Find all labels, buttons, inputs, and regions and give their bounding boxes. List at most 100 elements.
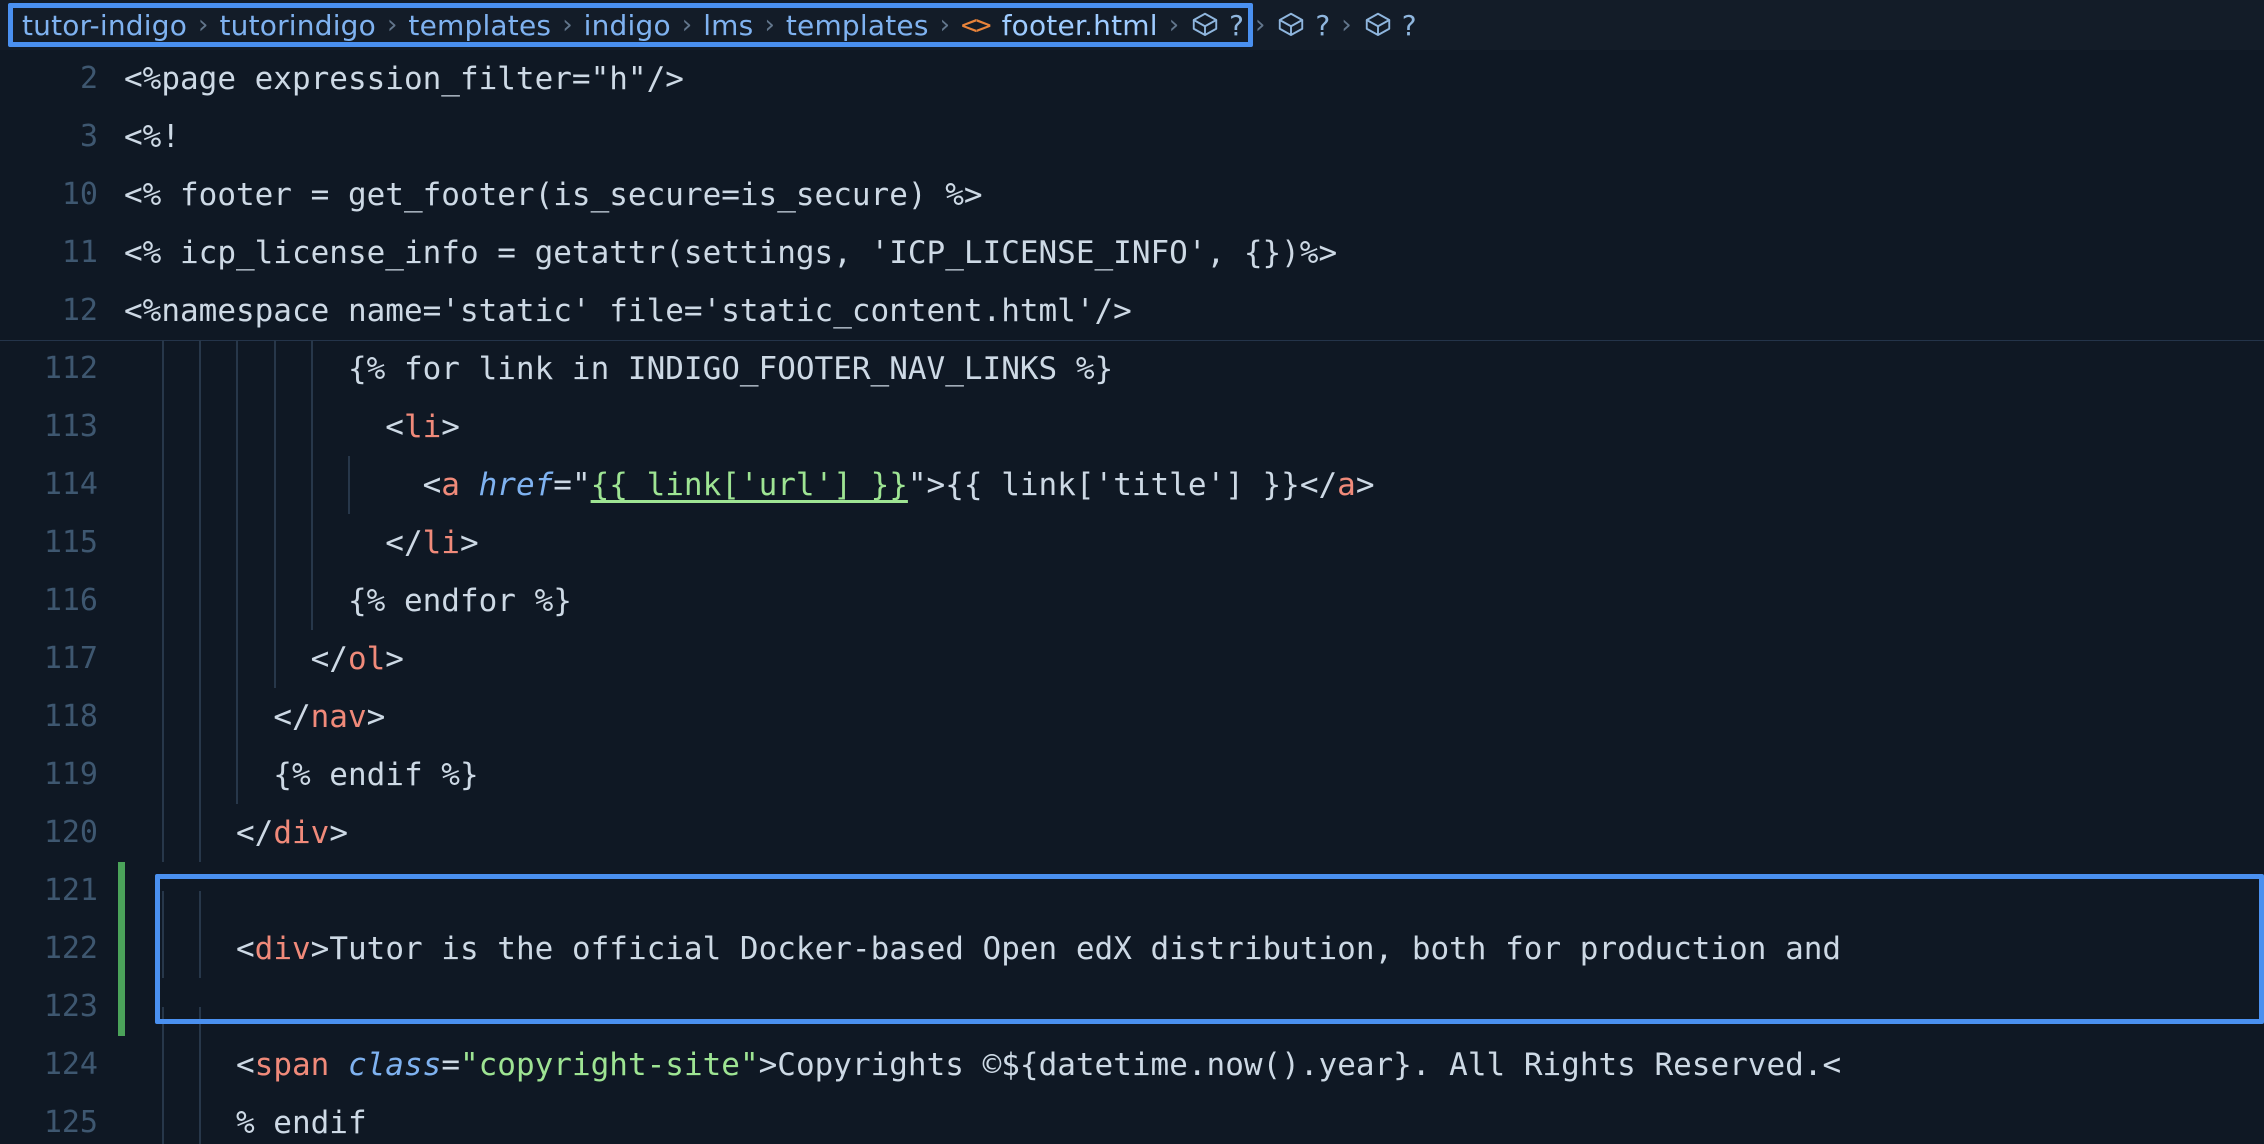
breadcrumb-item-templates[interactable]: templates — [786, 9, 929, 42]
breadcrumb-item-footer-html[interactable]: footer.html — [1002, 9, 1158, 42]
line-number: 123 — [43, 989, 98, 1024]
breadcrumb: tutor-indigo › tutorindigo › templates › indig… — [0, 0, 2264, 50]
cube-icon — [1363, 10, 1393, 40]
code-line[interactable]: 120 </div> — [0, 804, 2264, 862]
breadcrumb-symbol-label: ? — [1229, 8, 1244, 42]
code-line-content[interactable]: <div>Tutor is the official Docker-based … — [124, 920, 2264, 978]
breadcrumb-item-indigo[interactable]: indigo — [584, 9, 671, 42]
code-line-content[interactable]: <%page expression_filter="h"/> — [124, 50, 2264, 108]
code-line[interactable]: 123 — [0, 978, 2264, 1065]
breadcrumb-separator-icon: › — [1255, 10, 1266, 40]
breadcrumb-item-tutor-indigo[interactable]: tutor-indigo — [22, 9, 187, 42]
code-token-plain: {% for link in INDIGO_FOOTER_NAV_LINKS %… — [124, 351, 1114, 387]
line-number: 113 — [43, 409, 98, 444]
code-token-plain: Tutor is the official Docker-based Open … — [329, 931, 1842, 967]
code-line[interactable]: 125 % endif — [0, 1094, 2264, 1144]
line-number: 116 — [43, 583, 98, 618]
code-line[interactable]: 114 <a href="{{ link['url'] }}">{{ link[… — [0, 456, 2264, 514]
line-number: 124 — [43, 1047, 98, 1082]
code-line-content[interactable]: <li> — [124, 398, 2264, 456]
code-token-punct: > — [329, 815, 348, 851]
code-line[interactable]: 119 {% endif %} — [0, 746, 2264, 804]
code-line[interactable]: 12 <%namespace name='static' file='static… — [0, 282, 2264, 340]
code-line-content[interactable]: <span class="copyright-site">Copyrights … — [124, 1036, 2264, 1094]
code-token-punct: </ — [385, 525, 423, 561]
code-line-content[interactable]: {% endif %} — [124, 746, 2264, 804]
code-lines-container[interactable]: 2 <%page expression_filter="h"/> 3 <%! 10 <% … — [0, 50, 2264, 1144]
code-line[interactable]: 3 <%! — [0, 108, 2264, 166]
breadcrumb-item-tutorindigo[interactable]: tutorindigo — [219, 9, 376, 42]
code-token-plain: % endif — [124, 1105, 367, 1141]
code-line-content[interactable]: % endif — [124, 1094, 2264, 1144]
code-line-content[interactable]: <a href="{{ link['url'] }}">{{ link['tit… — [124, 456, 2264, 514]
code-token-plain: <%page expression_filter="h"/> — [124, 61, 684, 97]
code-line-content[interactable]: </ol> — [124, 630, 2264, 688]
code-editor[interactable]: 2 <%page expression_filter="h"/> 3 <%! 10 <% … — [0, 50, 2264, 1144]
code-token-plain: <%namespace name='static' file='static_c… — [124, 293, 1132, 329]
breadcrumb-item-templates[interactable]: templates — [408, 9, 551, 42]
code-line-content[interactable]: <%namespace name='static' file='static_c… — [124, 282, 2264, 340]
code-line[interactable]: 11 <% icp_license_info = getattr(settings… — [0, 224, 2264, 282]
code-line-content[interactable]: </div> — [124, 804, 2264, 862]
breadcrumb-separator-icon: › — [562, 10, 573, 40]
breadcrumb-symbol-2[interactable]: ? — [1276, 9, 1330, 42]
code-line[interactable]: 2 <%page expression_filter="h"/> — [0, 50, 2264, 108]
code-token-punct: < — [235, 931, 255, 967]
git-modified-marker — [118, 862, 125, 920]
code-token-plain: <%! — [124, 119, 180, 155]
line-number: 118 — [43, 699, 98, 734]
breadcrumb-separator-icon: › — [198, 10, 209, 40]
code-line[interactable]: 121 — [0, 862, 2264, 949]
code-token-link: {{ link['url'] }} — [590, 467, 908, 503]
code-token-punct: > — [385, 641, 404, 677]
code-token-punct: < — [235, 1047, 255, 1083]
code-line-content[interactable]: <% footer = get_footer(is_secure=is_secu… — [124, 166, 2264, 224]
code-line[interactable]: 115 </li> — [0, 514, 2264, 572]
code-token-tag: li — [403, 409, 442, 445]
code-line[interactable]: 10 <% footer = get_footer(is_secure=is_se… — [0, 166, 2264, 224]
code-line-content[interactable]: {% endfor %} — [124, 572, 2264, 630]
code-token-punct: > — [441, 409, 460, 445]
code-token-punct: > — [1355, 467, 1375, 503]
code-token-punct: > — [366, 699, 386, 735]
code-line[interactable]: 118 </nav> — [0, 688, 2264, 746]
breadcrumb-symbol-3[interactable]: ? — [1363, 9, 1417, 42]
code-token-plain: {% endfor %} — [124, 583, 572, 619]
code-token-plain: {% endif %} — [124, 757, 479, 793]
code-token-punct: </ — [310, 641, 348, 677]
breadcrumb-path[interactable]: tutor-indigo › tutorindigo › templates › indig… — [22, 9, 1158, 42]
line-number: 11 — [61, 235, 98, 270]
code-line[interactable]: 116 {% endfor %} — [0, 572, 2264, 630]
code-line[interactable]: 117 </ol> — [0, 630, 2264, 688]
code-token-tag: div — [254, 931, 311, 967]
code-token-attr: class — [347, 1047, 442, 1083]
code-line-content[interactable]: <% icp_license_info = getattr(settings, … — [124, 224, 2264, 282]
code-token-plain: <% footer = get_footer(is_secure=is_secu… — [124, 177, 983, 213]
cube-icon — [1276, 10, 1306, 40]
line-number: 10 — [61, 177, 98, 212]
breadcrumb-separator-icon: › — [386, 10, 398, 40]
git-modified-marker — [118, 920, 125, 978]
code-line-content[interactable]: {% for link in INDIGO_FOOTER_NAV_LINKS %… — [124, 340, 2264, 398]
breadcrumb-symbol-label: ? — [1315, 8, 1331, 42]
breadcrumb-item-lms[interactable]: lms — [703, 9, 753, 42]
code-line[interactable]: 122 <div>Tutor is the official Docker-ba… — [0, 920, 2264, 978]
breadcrumb-symbols[interactable]: ›? ›? ›? — [1158, 9, 1417, 42]
breadcrumb-symbol-1[interactable]: ? — [1190, 9, 1244, 42]
code-line[interactable]: 124 <span class="copyright-site">Copyrig… — [0, 1036, 2264, 1094]
code-line-content[interactable]: </nav> — [124, 688, 2264, 746]
code-line-content[interactable]: </li> — [124, 514, 2264, 572]
code-line[interactable]: 112 {% for link in INDIGO_FOOTER_NAV_LIN… — [0, 340, 2264, 398]
code-line-content[interactable]: <%! — [124, 108, 2264, 166]
code-token-plain: Copyrights ©${datetime.now().year}. All … — [777, 1047, 1842, 1083]
code-token-plain: {{ link['title'] }} — [945, 467, 1300, 503]
breadcrumb-separator-icon: › — [1168, 10, 1180, 40]
code-line[interactable]: 113 <li> — [0, 398, 2264, 456]
code-token-punct: "> — [907, 467, 946, 503]
